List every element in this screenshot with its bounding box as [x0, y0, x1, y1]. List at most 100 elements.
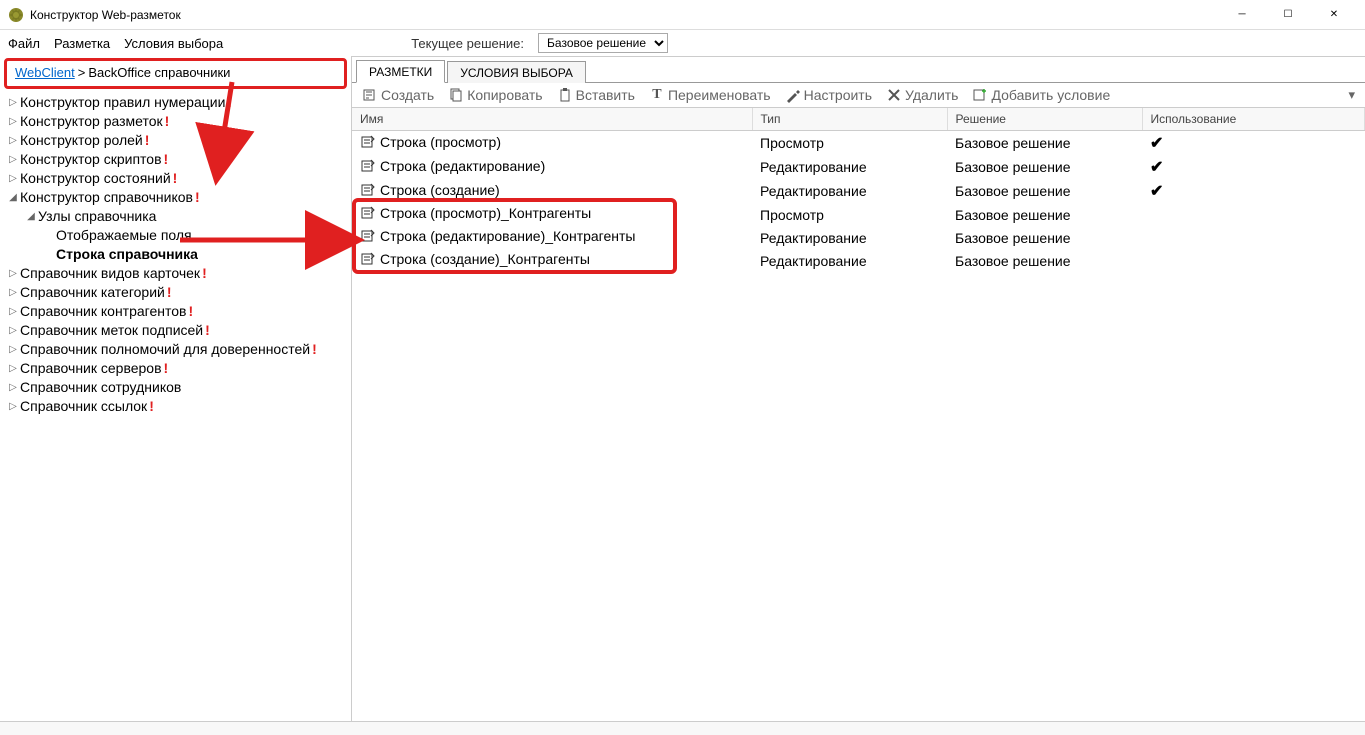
table-row[interactable]: Строка (создание)_КонтрагентыРедактирова… — [352, 249, 1365, 272]
tree-node[interactable]: ▷Справочник ссылок ! — [6, 397, 351, 416]
table-row[interactable]: Строка (просмотр)ПросмотрБазовое решение… — [352, 131, 1365, 156]
rename-icon: T — [649, 87, 665, 103]
tree-label[interactable]: Конструктор ролей — [20, 131, 143, 150]
tab-conditions[interactable]: УСЛОВИЯ ВЫБОРА — [447, 61, 586, 83]
tree-label[interactable]: Узлы справочника — [38, 207, 156, 226]
tree-twisty-icon[interactable]: ▷ — [6, 321, 20, 340]
col-type[interactable]: Тип — [752, 108, 947, 131]
tree-label[interactable]: Конструктор состояний — [20, 169, 171, 188]
tree-twisty-icon[interactable]: ▷ — [6, 340, 20, 359]
tree-label[interactable]: Справочник полномочий для доверенностей — [20, 340, 310, 359]
tree-twisty-icon[interactable]: ▷ — [6, 302, 20, 321]
toolbar: Создать Копировать Вставить TПереименова… — [352, 83, 1365, 108]
tree-node[interactable]: Отображаемые поля — [6, 226, 351, 245]
cell-usage: ✔ — [1142, 131, 1365, 156]
tree-node[interactable]: ▷Конструктор ролей ! — [6, 131, 351, 150]
tree-label[interactable]: Конструктор правил нумерации — [20, 93, 225, 112]
tree-twisty-icon[interactable]: ▷ — [6, 131, 20, 150]
tree-node[interactable]: ▷Конструктор разметок ! — [6, 112, 351, 131]
col-usage[interactable]: Использование — [1142, 108, 1365, 131]
modified-icon: ! — [202, 264, 207, 283]
menu-file[interactable]: Файл — [8, 36, 40, 51]
tree-twisty-icon[interactable]: ▷ — [6, 397, 20, 416]
minimize-button[interactable]: ─ — [1219, 0, 1265, 30]
tree-node[interactable]: ▷Справочник категорий ! — [6, 283, 351, 302]
tree-label[interactable]: Отображаемые поля — [56, 226, 192, 245]
tree-twisty-icon[interactable]: ▷ — [6, 264, 20, 283]
window-title: Конструктор Web-разметок — [30, 8, 1219, 22]
table-row[interactable]: Строка (редактирование)РедактированиеБаз… — [352, 155, 1365, 179]
check-icon: ✔ — [1150, 183, 1163, 200]
modified-icon: ! — [164, 359, 169, 378]
cell-type: Просмотр — [752, 131, 947, 156]
copy-icon — [448, 87, 464, 103]
tree-node[interactable]: ▷Справочник видов карточек ! — [6, 264, 351, 283]
cell-usage: ✔ — [1142, 155, 1365, 179]
tree-label[interactable]: Справочник видов карточек — [20, 264, 200, 283]
tree: ▷Конструктор правил нумерации !▷Конструк… — [0, 91, 351, 416]
tabs: РАЗМЕТКИ УСЛОВИЯ ВЫБОРА — [352, 57, 1365, 83]
close-button[interactable]: ✕ — [1311, 0, 1357, 30]
delete-button[interactable]: Удалить — [880, 85, 964, 105]
paste-button[interactable]: Вставить — [551, 85, 641, 105]
cell-solution: Базовое решение — [947, 203, 1142, 226]
solution-select[interactable]: Базовое решение — [538, 33, 668, 53]
cell-type: Редактирование — [752, 155, 947, 179]
table-row[interactable]: Строка (редактирование)_КонтрагентыРедак… — [352, 226, 1365, 249]
tab-markups[interactable]: РАЗМЕТКИ — [356, 60, 445, 83]
tree-node[interactable]: ▷Справочник полномочий для доверенностей… — [6, 340, 351, 359]
tree-twisty-icon[interactable]: ◢ — [6, 188, 20, 207]
tree-node[interactable]: Строка справочника — [6, 245, 351, 264]
tree-twisty-icon[interactable]: ▷ — [6, 359, 20, 378]
tree-label[interactable]: Строка справочника — [56, 245, 198, 264]
modified-icon: ! — [149, 397, 154, 416]
tree-label[interactable]: Справочник сотрудников — [20, 378, 181, 397]
tree-label[interactable]: Конструктор разметок — [20, 112, 163, 131]
col-solution[interactable]: Решение — [947, 108, 1142, 131]
tree-twisty-icon[interactable]: ◢ — [24, 207, 38, 226]
tree-label[interactable]: Справочник контрагентов — [20, 302, 186, 321]
tree-node[interactable]: ▷Конструктор состояний ! — [6, 169, 351, 188]
cell-usage — [1142, 249, 1365, 272]
configure-button[interactable]: Настроить — [779, 85, 878, 105]
tree-twisty-icon[interactable]: ▷ — [6, 283, 20, 302]
tree-node[interactable]: ▷Справочник контрагентов ! — [6, 302, 351, 321]
modified-icon: ! — [173, 169, 178, 188]
toolbar-overflow[interactable]: ▾ — [1342, 85, 1361, 105]
tree-node[interactable]: ◢Узлы справочника — [6, 207, 351, 226]
col-name[interactable]: Имя — [352, 108, 752, 131]
layout-icon — [360, 134, 376, 153]
menubar: Файл Разметка Условия выбора Текущее реш… — [0, 30, 1365, 56]
cell-type: Просмотр — [752, 203, 947, 226]
tree-twisty-icon[interactable]: ▷ — [6, 112, 20, 131]
tree-node[interactable]: ▷Справочник меток подписей ! — [6, 321, 351, 340]
rename-button[interactable]: TПереименовать — [643, 85, 777, 105]
tree-label[interactable]: Справочник меток подписей — [20, 321, 203, 340]
tree-node[interactable]: ▷Справочник сотрудников — [6, 378, 351, 397]
create-button[interactable]: Создать — [356, 85, 440, 105]
tree-label[interactable]: Справочник категорий — [20, 283, 165, 302]
tree-node[interactable]: ▷Конструктор правил нумерации ! — [6, 93, 351, 112]
tree-node[interactable]: ▷Справочник серверов ! — [6, 359, 351, 378]
table-row[interactable]: Строка (создание)РедактированиеБазовое р… — [352, 179, 1365, 203]
maximize-button[interactable]: ☐ — [1265, 0, 1311, 30]
breadcrumb-root[interactable]: WebClient — [15, 65, 75, 80]
add-condition-button[interactable]: Добавить условие — [966, 85, 1116, 105]
tree-twisty-icon[interactable]: ▷ — [6, 169, 20, 188]
copy-button[interactable]: Копировать — [442, 85, 548, 105]
tree-twisty-icon[interactable]: ▷ — [6, 93, 20, 112]
layout-icon — [360, 205, 376, 224]
tree-twisty-icon[interactable]: ▷ — [6, 378, 20, 397]
menu-markup[interactable]: Разметка — [54, 36, 110, 51]
tree-label[interactable]: Справочник серверов — [20, 359, 162, 378]
cell-solution: Базовое решение — [947, 226, 1142, 249]
tree-label[interactable]: Справочник ссылок — [20, 397, 147, 416]
tree-label[interactable]: Конструктор скриптов — [20, 150, 162, 169]
table-row[interactable]: Строка (просмотр)_КонтрагентыПросмотрБаз… — [352, 203, 1365, 226]
tree-twisty-icon[interactable]: ▷ — [6, 150, 20, 169]
tree-node[interactable]: ▷Конструктор скриптов ! — [6, 150, 351, 169]
tree-label[interactable]: Конструктор справочников — [20, 188, 193, 207]
menu-conditions[interactable]: Условия выбора — [124, 36, 223, 51]
tree-node[interactable]: ◢Конструктор справочников ! — [6, 188, 351, 207]
cell-name: Строка (редактирование) — [380, 158, 545, 174]
